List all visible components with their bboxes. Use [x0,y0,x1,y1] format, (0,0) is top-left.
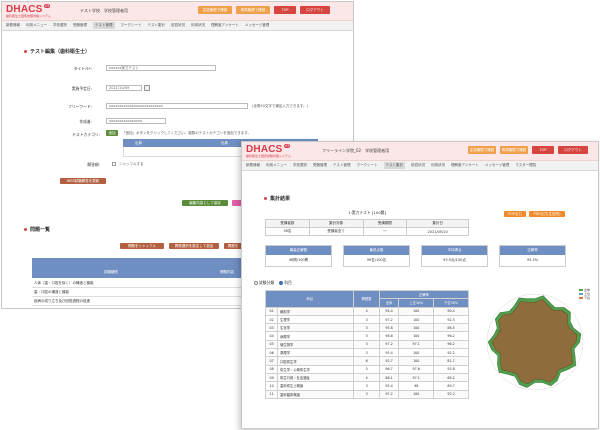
school-name: テスト学校 学校管理者用 [80,8,128,13]
pdf-export-button[interactable]: PDF出力 [504,211,526,217]
stat-min-score: 最低点数 99名/100名 [343,245,410,267]
category-add-button[interactable]: 追加 [106,130,118,136]
section-title: 集計結果 [264,195,290,202]
test-name: 1:実力テスト [100題] [348,210,386,215]
legend-item-bottom: 下位 [579,296,590,300]
nav-item-master[interactable]: マスター閲覧 [515,163,536,168]
main-nav: 新着情報 利用メニュー 学校選択 受験管理 テスト管理 マークシート テスト集計… [242,161,598,171]
question-list-title: 問題一覧 [24,226,50,233]
app-header: DHACS V3 歯科衛生士国家試験対策システム テスト学校 学校管理者用 生徒権… [2,2,353,21]
app-header: DHACS V3 歯科衛生士国家試験対策システム フリーライン学院_02 学校管理… [242,142,598,161]
table-row[interactable]: 11 歯科臨床概論 3 97.2 100 92.2 [264,389,469,399]
student-view-button[interactable]: 生徒権限で確認 [198,6,232,14]
save-button[interactable]: 編集内容として保存 [182,200,228,206]
nav-item-weekly[interactable]: 前週状況 [171,23,185,28]
table-row[interactable]: 09 衛生行政・社会福祉 4 86.1 97.1 69.2 [264,372,469,383]
nav-item-news[interactable]: 新着情報 [6,23,20,28]
shuffle-checkbox[interactable] [112,162,116,166]
author-input[interactable]: xxxxxxxxxxxxxxxx [106,118,166,124]
question-extra-button[interactable]: 問題を [224,243,242,249]
table-row[interactable]: 05 微生物学 3 97.2 97.1 96.2 [264,339,469,350]
web-answer-update-button[interactable]: WEB試験解答を更新 [60,178,106,184]
nav-item-exam[interactable]: 受験管理 [313,163,327,168]
section-title: テスト編集（歯科衛生士） [24,48,90,55]
nav-item-weekly[interactable]: 前週状況 [411,163,425,168]
freeword-note: (全角50文字で補足入力できます。) [252,104,308,108]
bullet-icon [264,197,267,200]
table-row[interactable]: 03 生化学 3 95.8 100 88.5 [264,323,469,333]
logout-button[interactable]: ログアウト [558,146,588,154]
shuffle-questions-button[interactable]: 問題をシャッフル [120,243,164,249]
mode-selector: 試験分類 科目 [254,280,292,286]
mode-radio-subject[interactable] [279,281,284,285]
app-logo[interactable]: DHACS V3 歯科衛生士国家試験対策システム [6,4,51,18]
nav-item-survey[interactable]: 理解度アンケート [451,163,479,168]
calendar-icon[interactable] [144,85,150,91]
freeword-input[interactable]: xxxxxxxxxxxxxxxxxxxxxxxxxx [106,103,248,109]
date-input[interactable]: 2021/10/09 [106,85,142,91]
table-row[interactable]: 02 生理学 3 97.2 100 92.5 [264,314,469,325]
results-table-body: 01 解剖学 4 94.4 100 90.4 02 生理学 3 97.2 100 92.5 03 生化学 3… [264,306,469,399]
test-summary-window: DHACS V3 歯科衛生士国家試験対策システム フリーライン学院_02 学校管理… [241,141,599,429]
category-label: テストカテゴリ: [72,132,100,137]
nav-item-test-admin[interactable]: テスト管理 [333,163,351,168]
nav-item-marksheet[interactable]: マークシート [121,23,142,28]
table-row[interactable]: 04 病理学 3 98.6 100 96.2 [264,331,469,341]
summary-info-table: 受講者数 集計対象 受講期間 集計日 36名 受講者全て 〜 2021/05/1… [265,219,469,236]
date-label: 実施予定日: [71,86,92,91]
table-row[interactable]: 10 歯科衛生士概論 3 95.4 98 89.7 [264,381,469,391]
nav-item-message[interactable]: メッセージ管理 [485,163,509,168]
nav-item-usage[interactable]: 利用状況 [431,163,445,168]
teacher-view-button[interactable]: 教員権限で確認 [236,6,270,14]
nav-item-test-admin[interactable]: テスト管理 [93,22,115,29]
bullet-icon [24,228,27,231]
pdf-export-by-student-button[interactable]: PDF出力(生徒別) [529,211,565,217]
student-view-button[interactable]: 生徒権限で確認 [468,146,496,154]
author-label: 作成者: [79,119,92,124]
top-button[interactable]: TOP [274,6,296,14]
radar-chart [475,282,595,402]
add-questions-button[interactable]: 問題選択を推定して追加 [169,243,219,249]
category-note: 「追加」ボタンをクリックしてください。複数のテストカテゴリを追加できます。 [122,131,251,135]
mode-radio-category[interactable] [254,281,258,285]
shuffle-label: 解答順: [87,162,100,167]
table-row[interactable]: 08 衛生学・公衆衛生学 5 96.7 97.6 93.8 [264,364,469,374]
title-input[interactable]: xxxxxx実力テスト [106,65,216,71]
nav-item-menu[interactable]: 利用メニュー [26,23,47,28]
radar-legend: 全体 上位 下位 [579,288,590,300]
nav-item-school[interactable]: 学校選択 [293,163,307,168]
nav-item-menu[interactable]: 利用メニュー [266,163,287,168]
nav-item-usage[interactable]: 利用状況 [191,23,205,28]
freeword-label: フリーワード: [67,104,92,109]
nav-item-test-summary[interactable]: テスト集計 [148,23,166,28]
app-logo[interactable]: DHACS V3 歯科衛生士国家試験対策システム [246,144,291,158]
nav-item-survey[interactable]: 理解度アンケート [211,23,239,28]
nav-item-marksheet[interactable]: マークシート [357,163,378,168]
top-button[interactable]: TOP [532,146,554,154]
nav-item-school[interactable]: 学校選択 [53,23,67,28]
title-label: タイトル*: [73,66,92,71]
table-row[interactable]: 01 解剖学 4 94.4 100 90.4 [264,306,469,316]
table-row[interactable]: 06 薬理学 3 95.4 100 92.2 [264,348,469,358]
table-row[interactable]: 07 口腔衛生学 6 92.7 100 81.7 [264,356,469,366]
shuffle-option-label: シャッフルする [119,162,144,166]
teacher-view-button[interactable]: 教員権限で確認 [500,146,528,154]
bullet-icon [24,50,27,53]
nav-item-news[interactable]: 新着情報 [246,163,260,168]
results-table: 科目 問題数 正解率 全体 上位30% 下位30% 01 解剖学 4 94.4 100 9… [264,289,470,399]
school-name: フリーライン学院_02 学校管理者用 [322,148,390,153]
nav-item-test-summary[interactable]: テスト集計 [383,162,405,169]
stat-max-correct: 最高正解数 98問/100問 [265,245,332,267]
nav-item-message[interactable]: メッセージ管理 [245,23,269,28]
nav-item-exam[interactable]: 受験管理 [73,23,87,28]
logout-button[interactable]: ログアウト [300,6,330,14]
main-nav: 新着情報 利用メニュー 学校選択 受験管理 テスト管理 マークシート テスト集計… [2,21,353,31]
radar-chart-svg [486,293,584,391]
stat-accuracy: 正解率 93.5% [499,245,566,267]
stat-average: 平均得点 93.5点/100点 [421,245,488,267]
